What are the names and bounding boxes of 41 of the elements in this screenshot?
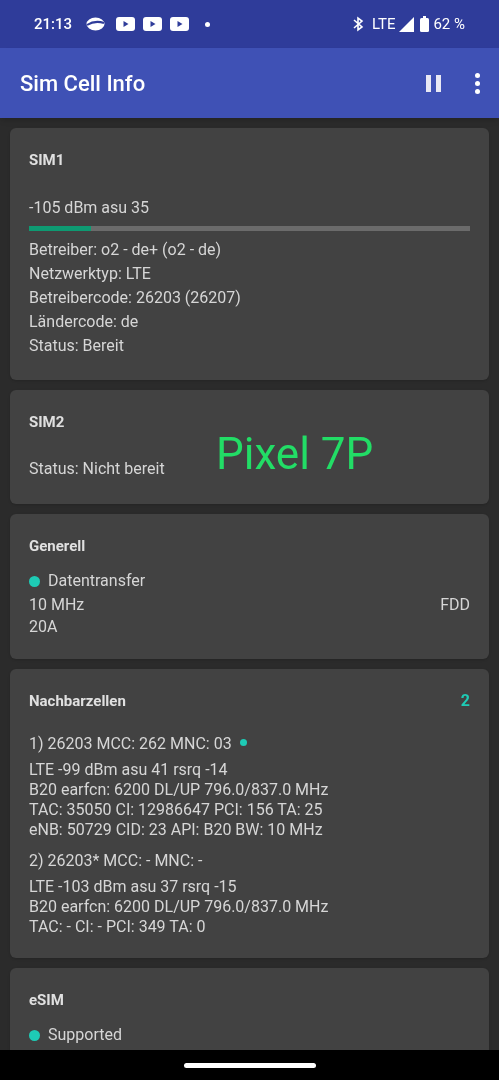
battery-icon	[420, 16, 430, 32]
planet-icon	[85, 16, 107, 32]
home-indicator[interactable]	[183, 1062, 316, 1068]
cell-detail: LTE -99 dBm asu 41 rsrq -14	[29, 760, 229, 780]
video-app-icon	[143, 17, 163, 31]
overlay-label: Pixel 7P	[216, 428, 374, 480]
info-line: Status: Bereit	[29, 335, 125, 357]
bluetooth-icon	[351, 16, 364, 32]
signal-reading: -105 dBm asu 35	[29, 197, 151, 219]
cell-detail: LTE -103 dBm asu 37 rsrq -15	[29, 877, 238, 897]
cell-count: 2	[460, 690, 470, 712]
cell-detail: TAC: 35050 CI: 12986647 PCI: 156 TA: 25	[29, 800, 324, 820]
band-label: 20A	[29, 616, 59, 638]
card-title: Nachbarzellen	[29, 691, 126, 712]
clock: 21:13	[34, 13, 73, 35]
card-title: SIM1	[29, 150, 66, 171]
duplex-mode: FDD	[440, 594, 470, 616]
video-app-icon	[170, 17, 190, 31]
video-app-icon	[116, 17, 136, 31]
info-line: Betreiber: o2 - de+ (o2 - de)	[29, 239, 223, 261]
cell-detail: eNB: 50729 CID: 23 API: B20 BW: 10 MHz	[29, 820, 324, 840]
network-type: LTE	[371, 13, 396, 35]
card-title: SIM2	[29, 412, 66, 433]
more-options-icon[interactable]	[473, 71, 481, 95]
app-title: Sim Cell Info	[20, 69, 147, 98]
card-title: eSIM	[29, 990, 65, 1011]
cell-detail: B20 earfcn: 6200 DL/UP 796.0/837.0 MHz	[29, 780, 330, 800]
signal-icon	[399, 16, 415, 32]
info-line: Netzwerktyp: LTE	[29, 263, 152, 285]
battery-percent: 62 %	[433, 13, 465, 35]
bandwidth: 10 MHz	[29, 594, 85, 616]
cell-header: 1) 26203 MCC: 262 MNC: 03	[29, 734, 232, 754]
cell-header: 2) 26203* MCC: - MNC: -	[29, 851, 203, 871]
cell-detail: B20 earfcn: 6200 DL/UP 796.0/837.0 MHz	[29, 897, 330, 917]
info-line: Betreibercode: 26203 (26207)	[29, 287, 242, 309]
info-line: Ländercode: de	[29, 311, 140, 333]
cell-detail: TAC: - CI: - PCI: 349 TA: 0	[29, 917, 207, 937]
status-label: Datentransfer	[48, 570, 146, 592]
status-label: Supported	[48, 1024, 122, 1046]
card-title: Generell	[29, 536, 87, 557]
sim-status: Status: Nicht bereit	[29, 458, 166, 480]
